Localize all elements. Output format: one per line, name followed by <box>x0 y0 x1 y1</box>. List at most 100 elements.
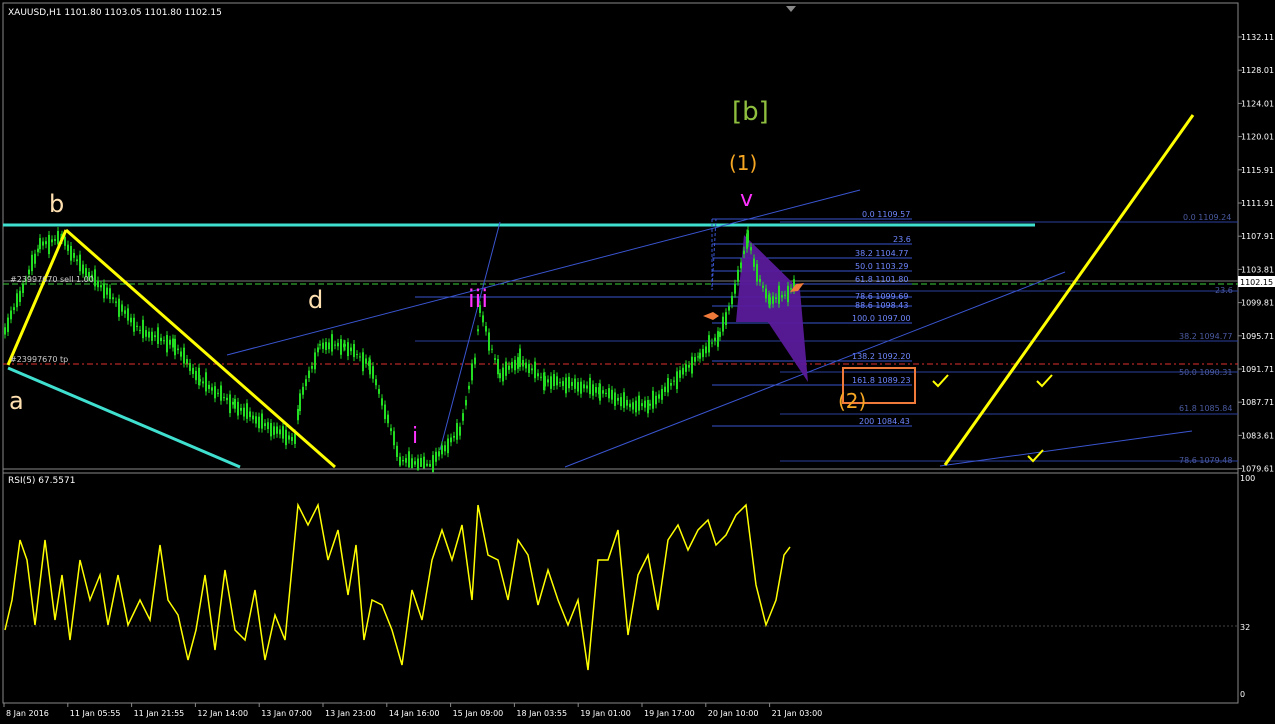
candle-body <box>223 397 225 399</box>
candle-body <box>22 284 24 294</box>
time-tick-label: 15 Jan 09:00 <box>453 709 504 718</box>
candle-body <box>145 330 147 337</box>
candle-body <box>402 459 404 462</box>
candle-body <box>142 319 144 339</box>
current-price: 1102.15 <box>1240 278 1273 287</box>
candle-body <box>586 385 588 389</box>
candle-body <box>655 395 657 405</box>
candle-body <box>356 354 358 356</box>
candle-body <box>166 335 168 353</box>
candle-body <box>232 401 234 405</box>
candle-body <box>728 306 730 311</box>
candle-body <box>790 288 792 290</box>
candle-body <box>471 363 473 381</box>
candle-body <box>42 241 44 246</box>
candle-body <box>722 316 724 332</box>
candle-body <box>148 331 150 338</box>
chart-window[interactable]: XAUUSD,H1 1101.80 1103.05 1101.80 1102.1… <box>0 0 1275 724</box>
candle-body <box>276 426 278 434</box>
wave-label-i: i <box>412 424 418 449</box>
candle-body <box>226 397 228 401</box>
fib-label: 138.2 1092.20 <box>852 352 911 361</box>
candle-body <box>217 392 219 394</box>
wave-label-1: (1) <box>729 151 757 175</box>
wave-label-a: a <box>9 387 24 415</box>
chart-header: XAUUSD,H1 1101.80 1103.05 1101.80 1102.1… <box>8 8 222 18</box>
fib-label: 50.0 1090.31 <box>1179 368 1232 377</box>
candle-body <box>528 363 530 373</box>
candle-body <box>462 413 464 421</box>
time-tick-label: 11 Jan 05:55 <box>70 709 121 718</box>
time-tick-label: 21 Jan 03:00 <box>772 709 823 718</box>
candle-body <box>547 379 549 383</box>
time-tick-label: 18 Jan 03:55 <box>516 709 567 718</box>
candle-body <box>468 385 470 390</box>
candle-body <box>10 310 12 320</box>
candle-body <box>450 437 452 443</box>
candle-body <box>708 335 710 353</box>
candle-body <box>4 327 6 335</box>
candle-body <box>522 359 524 367</box>
price-tick-label: 1083.61 <box>1241 431 1274 440</box>
fib-label: 61.8 1101.80 <box>855 275 908 284</box>
candle-body <box>130 317 132 323</box>
candle-body <box>629 403 631 408</box>
candle-body <box>447 438 449 454</box>
candle-body <box>595 387 597 393</box>
candle-body <box>127 308 129 321</box>
candle-body <box>118 298 120 317</box>
candle-body <box>121 304 123 312</box>
candle-body <box>270 422 272 437</box>
candle-body <box>337 342 339 347</box>
candle-body <box>372 366 374 379</box>
candle-body <box>186 358 188 364</box>
candle-body <box>28 269 30 275</box>
candle-body <box>160 337 162 342</box>
candle-body <box>189 363 191 371</box>
rsi-level-label: 32 <box>1240 623 1250 632</box>
time-tick-label: 13 Jan 07:00 <box>261 709 312 718</box>
candle-body <box>57 230 59 245</box>
candle-body <box>614 392 616 406</box>
candle-body <box>362 352 364 372</box>
candle-body <box>756 264 758 282</box>
candle-body <box>243 407 245 417</box>
candle-body <box>605 392 607 394</box>
candle-body <box>765 288 767 299</box>
candle-body <box>775 297 777 299</box>
candle-body <box>387 414 389 424</box>
rsi-level-label: 0 <box>1240 690 1245 699</box>
candle-body <box>234 398 236 409</box>
tp-label: #23997670 tp <box>10 355 68 364</box>
candle-body <box>667 378 669 393</box>
wave-label-b: b <box>49 190 64 218</box>
candle-body <box>632 402 634 410</box>
candle-body <box>717 331 719 347</box>
candle-body <box>45 241 47 245</box>
candle-body <box>540 376 542 378</box>
candle-body <box>694 357 696 362</box>
candle-body <box>429 463 431 467</box>
candle-body <box>491 348 493 350</box>
candle-body <box>328 342 330 350</box>
candle-body <box>725 312 727 326</box>
candle-body <box>482 315 484 323</box>
time-tick-label: 11 Jan 21:55 <box>134 709 185 718</box>
candle-body <box>731 295 733 305</box>
candle-body <box>453 435 455 438</box>
fib-label: 23.6 <box>893 235 911 244</box>
candle-body <box>411 458 413 469</box>
candle-body <box>73 252 75 258</box>
candle-body <box>106 287 108 295</box>
candle-body <box>229 394 231 414</box>
candle-body <box>7 317 9 333</box>
candle-body <box>664 386 666 392</box>
candle-body <box>133 317 135 332</box>
candle-body <box>673 380 675 382</box>
price-tick-label: 1079.61 <box>1241 465 1274 474</box>
candle-body <box>778 285 780 304</box>
candle-body <box>414 461 416 465</box>
candle-body <box>583 384 585 389</box>
candle-body <box>647 399 649 414</box>
candle-body <box>477 329 479 332</box>
